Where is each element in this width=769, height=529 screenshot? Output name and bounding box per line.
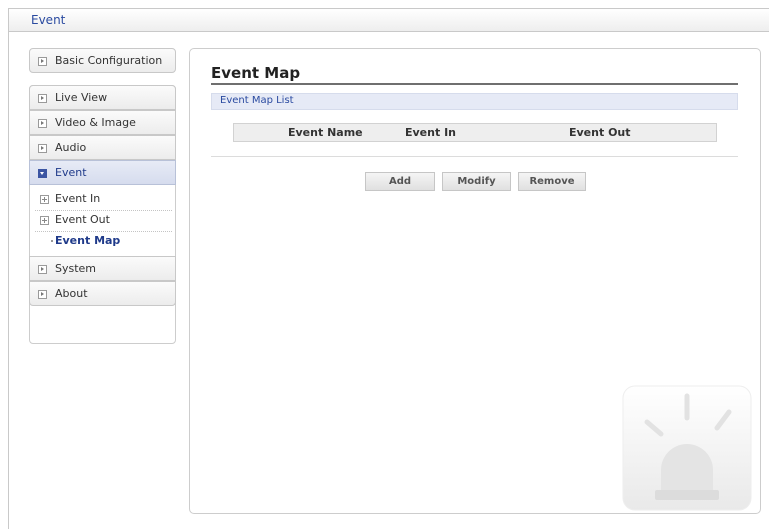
- sidebar-subitem-event-out[interactable]: Event Out: [31, 210, 173, 230]
- sidebar-item-video-image[interactable]: Video & Image: [29, 110, 176, 135]
- sidebar-item-live-view[interactable]: Live View: [29, 85, 176, 110]
- section-header-label: Event Map List: [220, 95, 294, 106]
- sidebar-subitem-label: Event Out: [55, 213, 110, 226]
- sidebar-item-label: System: [55, 262, 97, 275]
- sidebar-item-label: Video & Image: [55, 116, 136, 129]
- event-map-table-header: Event Name Event In Event Out: [233, 123, 717, 142]
- page-title: Event Map: [211, 64, 301, 82]
- plus-box-icon: [40, 216, 49, 225]
- section-header: Event Map List: [211, 93, 738, 110]
- bullet-icon: [51, 240, 53, 242]
- sidebar-subitem-event-map[interactable]: Event Map: [31, 231, 173, 251]
- column-header-event-in: Event In: [405, 126, 456, 139]
- add-button[interactable]: Add: [365, 172, 435, 191]
- column-header-event-out: Event Out: [569, 126, 631, 139]
- frame-divider: [8, 32, 9, 529]
- sidebar-item-event[interactable]: Event: [29, 160, 176, 185]
- table-divider: [211, 156, 738, 157]
- plus-box-icon: [40, 195, 49, 204]
- sidebar-item-basic-configuration[interactable]: Basic Configuration: [29, 48, 176, 73]
- alarm-light-icon: [622, 385, 752, 511]
- modify-button[interactable]: Modify: [442, 172, 511, 191]
- main-panel: Event Map Event Map List Event Name Even…: [189, 48, 761, 514]
- box-arrow-down-icon: [38, 169, 47, 178]
- box-arrow-icon: [38, 144, 47, 153]
- remove-button[interactable]: Remove: [518, 172, 586, 191]
- column-header-event-name: Event Name: [288, 126, 363, 139]
- page-header-title: Event: [31, 13, 66, 27]
- box-arrow-icon: [38, 265, 47, 274]
- box-arrow-icon: [38, 290, 47, 299]
- sidebar-item-label: Event: [55, 166, 87, 179]
- sidebar-item-system[interactable]: System: [29, 256, 176, 281]
- box-arrow-icon: [38, 94, 47, 103]
- sidebar-item-label: Live View: [55, 91, 108, 104]
- sidebar-item-label: Basic Configuration: [55, 54, 163, 67]
- sidebar-item-label: Audio: [55, 141, 87, 154]
- top-header-bar: Event: [8, 8, 769, 32]
- sidebar-menu-group: Live View Video & Image Audio Event Even…: [29, 85, 176, 344]
- sidebar-subitem-label: Event In: [55, 192, 101, 205]
- box-arrow-icon: [38, 57, 47, 66]
- sidebar-subitem-label: Event Map: [55, 234, 121, 247]
- sidebar-item-label: About: [55, 287, 88, 300]
- title-divider: [211, 83, 738, 85]
- sidebar-item-audio[interactable]: Audio: [29, 135, 176, 160]
- sidebar-subitem-event-in[interactable]: Event In: [31, 189, 173, 209]
- sidebar-item-about[interactable]: About: [29, 281, 176, 306]
- box-arrow-icon: [38, 119, 47, 128]
